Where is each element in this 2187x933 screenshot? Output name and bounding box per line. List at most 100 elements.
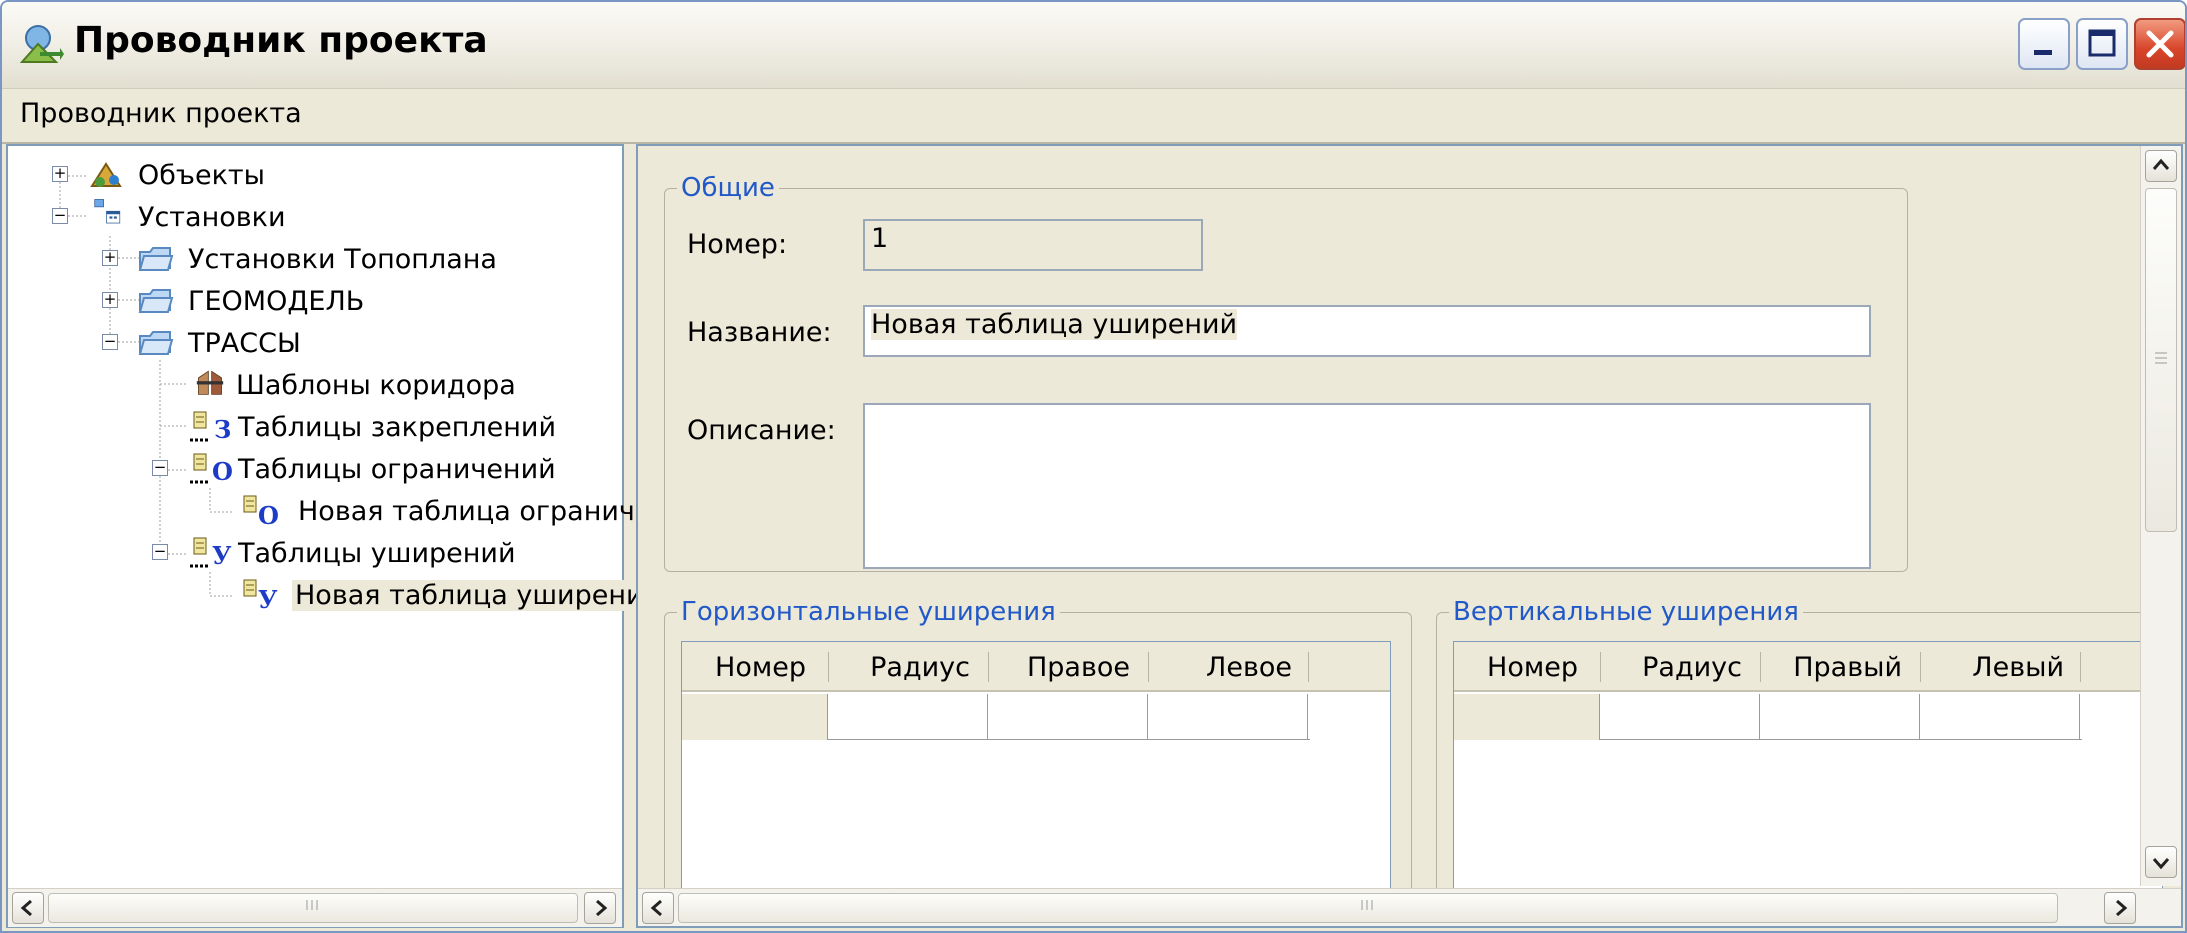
tree-item-label: ГЕОМОДЕЛЬ [188,286,365,317]
tree-item-label: Новая таблица огранич [298,496,635,527]
group-title: Вертикальные уширения [1449,597,1803,627]
scroll-left-button[interactable] [12,892,44,924]
close-button[interactable] [2134,18,2185,70]
table-icon: О [243,495,279,528]
tree-item-topoplan-settings[interactable]: + Установки Топоплана [8,240,608,280]
title-bar[interactable]: Проводник проекта [2,2,2185,89]
grid-cell[interactable] [988,694,1148,740]
menu-bar: Проводник проекта [2,90,2185,144]
tree-item-label: Шаблоны коридора [236,370,516,401]
number-label: Номер: [687,229,788,260]
tree-item-widening-tables[interactable]: − У Таблицы уширений [8,534,608,574]
chevron-left-icon [20,899,32,917]
tree-item-objects[interactable]: + Объекты [8,156,608,196]
row-header-cell[interactable] [1454,694,1600,740]
expand-toggle[interactable]: + [102,250,118,266]
grid-cell[interactable] [828,694,988,740]
tree-item-fixing-tables[interactable]: З Таблицы закреплений [8,408,608,448]
grip-icon [1361,900,1373,910]
collapse-toggle[interactable]: − [52,208,68,224]
table-badge: О [258,501,279,528]
group-title: Общие [677,173,779,203]
scroll-up-button[interactable] [2145,150,2177,182]
tree-item-label: Объекты [138,160,265,191]
scroll-thumb[interactable] [48,893,578,923]
scroll-thumb[interactable] [2145,188,2177,532]
grid-header: Номер Радиус Правое Левое [682,642,1390,692]
corridor-template-icon [196,370,224,395]
vertical-widening-grid[interactable]: Номер Радиус Правый Левый [1453,641,2163,926]
column-header-left[interactable]: Левое [1148,652,1292,683]
column-separator[interactable] [1308,652,1309,682]
tree-item-geomodel[interactable]: + ГЕОМОДЕЛЬ [8,282,608,322]
project-explorer-icon [19,25,64,63]
tree-item-label: Новая таблица уширени [292,580,647,611]
grid-cell[interactable] [1148,694,1308,740]
tree-item-label: Установки [138,202,286,233]
tree-item-label: Таблицы ограничений [238,454,556,485]
scroll-thumb[interactable] [678,893,2058,923]
tree-item-label: ТРАССЫ [188,328,301,359]
table-badge: О [212,457,232,486]
tree-item-settings[interactable]: − Установки [8,198,608,238]
collapse-toggle[interactable]: − [152,460,168,476]
chevron-right-icon [2116,899,2128,917]
tree-item-new-restriction-table[interactable]: О Новая таблица огранич [8,492,635,532]
column-header-radius[interactable]: Радиус [1600,652,1742,683]
tree-item-corridor-templates[interactable]: Шаблоны коридора [8,366,608,406]
tree-item-label: Установки Топоплана [188,244,497,275]
table-row[interactable] [1454,694,2082,740]
column-header-right[interactable]: Правое [988,652,1130,683]
scroll-right-button[interactable] [584,892,616,924]
chevron-down-icon [2152,858,2170,870]
properties-horizontal-scrollbar[interactable] [638,888,2181,926]
number-field[interactable]: 1 [863,219,1203,271]
table-icon: У [190,537,232,570]
column-separator[interactable] [2080,652,2081,682]
scroll-down-button[interactable] [2145,846,2177,878]
chevron-up-icon [2152,158,2170,170]
folder-icon [138,247,174,271]
table-row[interactable] [682,694,1310,740]
vertical-widening-group: Вертикальные уширения Номер Радиус Правы… [1436,597,2181,926]
close-icon [2146,30,2174,58]
minimize-button[interactable] [2018,18,2070,70]
column-header-radius[interactable]: Радиус [828,652,970,683]
table-badge: З [214,415,231,444]
window-title: Проводник проекта [74,20,488,61]
tree-horizontal-scrollbar[interactable] [8,888,622,927]
table-badge: У [258,585,278,612]
column-header-right[interactable]: Правый [1760,652,1902,683]
scroll-right-button[interactable] [2104,892,2136,924]
expand-toggle[interactable]: + [52,166,68,182]
expand-toggle[interactable]: + [102,292,118,308]
grid-header: Номер Радиус Правый Левый [1454,642,2162,692]
minimize-icon [2034,50,2052,55]
horizontal-widening-grid[interactable]: Номер Радиус Правое Левое [681,641,1391,926]
tree-item-routes[interactable]: − ТРАССЫ [8,324,608,364]
grip-icon [306,900,318,910]
properties-vertical-scrollbar[interactable] [2140,146,2181,886]
tree-item-restriction-tables[interactable]: − О Таблицы ограничений [8,450,608,490]
scroll-left-button[interactable] [642,892,674,924]
table-icon: З [190,411,231,444]
app-window: Проводник проекта Проводник проекта + Об… [0,0,2187,933]
description-field[interactable] [863,403,1871,569]
grid-cell[interactable] [1920,694,2080,740]
column-header-number[interactable]: Номер [682,652,806,683]
collapse-toggle[interactable]: − [102,334,118,350]
name-field[interactable]: Новая таблица уширений [863,305,1871,357]
horizontal-widening-group: Горизонтальные уширения Номер Радиус Пра… [664,597,1412,926]
grid-cell[interactable] [1600,694,1760,740]
maximize-button[interactable] [2076,18,2128,70]
tree-item-label: Таблицы уширений [238,538,516,569]
collapse-toggle[interactable]: − [152,544,168,560]
grid-cell[interactable] [1760,694,1920,740]
column-header-number[interactable]: Номер [1454,652,1578,683]
tree-item-new-widening-table[interactable]: У Новая таблица уширени [8,576,647,616]
project-tree[interactable]: + Объекты − Установки + Установки Топопл… [6,144,647,928]
column-header-left[interactable]: Левый [1920,652,2064,683]
row-header-cell[interactable] [682,694,828,740]
menu-item-project-explorer[interactable]: Проводник проекта [20,98,302,129]
chevron-left-icon [650,899,662,917]
